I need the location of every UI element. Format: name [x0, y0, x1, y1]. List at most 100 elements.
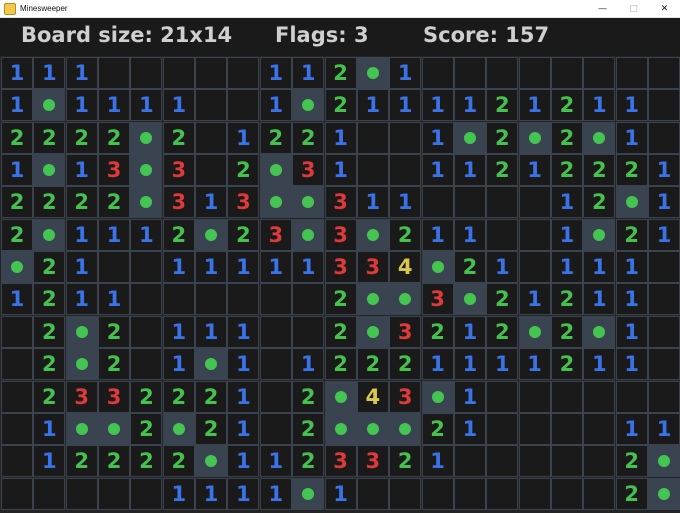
number-cell[interactable]: 1 — [615, 412, 648, 445]
number-cell[interactable]: 3 — [98, 154, 131, 187]
mine-cell[interactable] — [324, 412, 357, 445]
empty-cell[interactable] — [130, 283, 163, 316]
empty-cell[interactable] — [1, 380, 33, 413]
empty-cell[interactable] — [259, 315, 292, 348]
number-cell[interactable]: 3 — [259, 218, 292, 251]
number-cell[interactable]: 2 — [486, 89, 519, 122]
number-cell[interactable]: 1 — [162, 348, 195, 381]
number-cell[interactable]: 1 — [162, 251, 195, 284]
number-cell[interactable]: 1 — [162, 477, 195, 510]
number-cell[interactable]: 2 — [227, 218, 260, 251]
number-cell[interactable]: 2 — [550, 283, 583, 316]
number-cell[interactable]: 1 — [195, 477, 228, 510]
empty-cell[interactable] — [227, 89, 260, 122]
number-cell[interactable]: 1 — [453, 412, 486, 445]
number-cell[interactable]: 1 — [518, 283, 551, 316]
number-cell[interactable]: 2 — [1, 218, 33, 251]
empty-cell[interactable] — [518, 186, 551, 219]
number-cell[interactable]: 2 — [162, 121, 195, 154]
number-cell[interactable]: 4 — [389, 251, 422, 284]
number-cell[interactable]: 2 — [162, 380, 195, 413]
number-cell[interactable]: 2 — [195, 412, 228, 445]
empty-cell[interactable] — [1, 315, 33, 348]
number-cell[interactable]: 1 — [195, 315, 228, 348]
number-cell[interactable]: 1 — [195, 251, 228, 284]
empty-cell[interactable] — [389, 477, 422, 510]
empty-cell[interactable] — [130, 251, 163, 284]
number-cell[interactable]: 1 — [65, 154, 98, 187]
number-cell[interactable]: 2 — [324, 348, 357, 381]
number-cell[interactable]: 2 — [98, 445, 131, 478]
mine-cell[interactable] — [33, 154, 66, 187]
empty-cell[interactable] — [98, 251, 131, 284]
empty-cell[interactable] — [486, 218, 519, 251]
empty-cell[interactable] — [648, 380, 680, 413]
empty-cell[interactable] — [98, 57, 131, 89]
number-cell[interactable]: 1 — [227, 445, 260, 478]
number-cell[interactable]: 1 — [227, 315, 260, 348]
number-cell[interactable]: 1 — [648, 412, 680, 445]
mine-cell[interactable] — [65, 315, 98, 348]
number-cell[interactable]: 1 — [1, 89, 33, 122]
number-cell[interactable]: 2 — [550, 348, 583, 381]
number-cell[interactable]: 1 — [421, 445, 454, 478]
number-cell[interactable]: 2 — [259, 121, 292, 154]
number-cell[interactable]: 1 — [518, 154, 551, 187]
empty-cell[interactable] — [648, 89, 680, 122]
mine-cell[interactable] — [195, 445, 228, 478]
empty-cell[interactable] — [356, 154, 389, 187]
number-cell[interactable]: 1 — [324, 121, 357, 154]
empty-cell[interactable] — [648, 251, 680, 284]
mine-cell[interactable] — [615, 186, 648, 219]
number-cell[interactable]: 1 — [389, 57, 422, 89]
number-cell[interactable]: 2 — [33, 380, 66, 413]
mine-cell[interactable] — [356, 283, 389, 316]
maximize-button[interactable]: □ — [618, 0, 649, 17]
number-cell[interactable]: 2 — [292, 445, 325, 478]
empty-cell[interactable] — [421, 477, 454, 510]
number-cell[interactable]: 1 — [583, 251, 616, 284]
number-cell[interactable]: 3 — [292, 154, 325, 187]
mine-cell[interactable] — [292, 186, 325, 219]
mine-cell[interactable] — [1, 251, 33, 284]
mine-cell[interactable] — [195, 218, 228, 251]
number-cell[interactable]: 2 — [195, 380, 228, 413]
empty-cell[interactable] — [356, 477, 389, 510]
number-cell[interactable]: 1 — [195, 186, 228, 219]
number-cell[interactable]: 1 — [65, 283, 98, 316]
number-cell[interactable]: 1 — [130, 218, 163, 251]
number-cell[interactable]: 3 — [324, 186, 357, 219]
number-cell[interactable]: 2 — [550, 315, 583, 348]
empty-cell[interactable] — [130, 477, 163, 510]
empty-cell[interactable] — [356, 121, 389, 154]
number-cell[interactable]: 2 — [33, 283, 66, 316]
number-cell[interactable]: 2 — [33, 121, 66, 154]
number-cell[interactable]: 1 — [65, 218, 98, 251]
empty-cell[interactable] — [453, 477, 486, 510]
empty-cell[interactable] — [421, 57, 454, 89]
number-cell[interactable]: 2 — [324, 89, 357, 122]
minimize-button[interactable]: — — [587, 0, 618, 17]
empty-cell[interactable] — [518, 380, 551, 413]
number-cell[interactable]: 1 — [389, 89, 422, 122]
empty-cell[interactable] — [486, 186, 519, 219]
number-cell[interactable]: 2 — [486, 121, 519, 154]
empty-cell[interactable] — [162, 283, 195, 316]
number-cell[interactable]: 2 — [324, 315, 357, 348]
number-cell[interactable]: 3 — [162, 154, 195, 187]
number-cell[interactable]: 2 — [227, 154, 260, 187]
number-cell[interactable]: 1 — [162, 89, 195, 122]
number-cell[interactable]: 2 — [550, 89, 583, 122]
empty-cell[interactable] — [583, 380, 616, 413]
number-cell[interactable]: 1 — [486, 251, 519, 284]
empty-cell[interactable] — [33, 477, 66, 510]
mine-cell[interactable] — [130, 186, 163, 219]
mine-cell[interactable] — [518, 121, 551, 154]
empty-cell[interactable] — [98, 477, 131, 510]
mine-cell[interactable] — [65, 348, 98, 381]
number-cell[interactable]: 1 — [453, 348, 486, 381]
number-cell[interactable]: 1 — [227, 477, 260, 510]
empty-cell[interactable] — [648, 348, 680, 381]
mine-cell[interactable] — [421, 380, 454, 413]
number-cell[interactable]: 1 — [615, 251, 648, 284]
